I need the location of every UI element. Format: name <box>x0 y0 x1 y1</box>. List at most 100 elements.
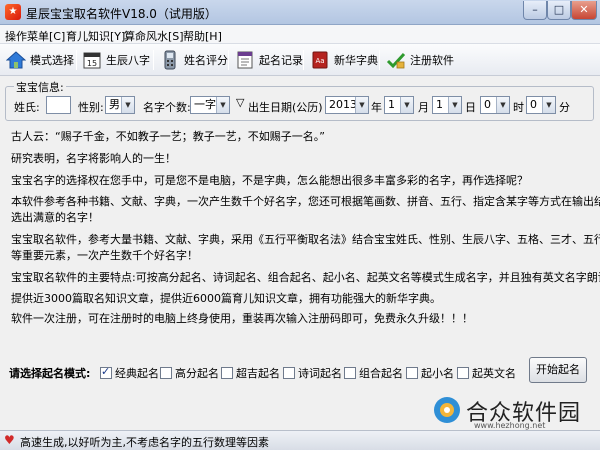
intro-line: 软件一次注册，可在注册时的电脑上终身使用，重装再次输入注册码即可，免费永久升级！… <box>11 312 473 325</box>
mode-option-label: 起英文名 <box>472 367 516 380</box>
toolbar-separator <box>379 50 380 70</box>
mode-super-lucky-checkbox[interactable]: 超吉起名 <box>221 365 280 381</box>
title-bar[interactable]: ★ 星辰宝宝取名软件V18.0（试用版） – □ ✕ <box>0 0 600 25</box>
toolbar-separator <box>303 50 304 70</box>
mode-option-label: 组合起名 <box>359 367 403 380</box>
svg-text:Aa: Aa <box>315 57 324 65</box>
toolbar-separator <box>76 50 77 70</box>
name-count-select[interactable]: 一字 ▼ <box>190 96 230 114</box>
toolbar-label: 起名记录 <box>259 54 303 67</box>
gender-value: 男 <box>109 98 120 111</box>
mode-combination-checkbox[interactable]: 组合起名 <box>344 365 403 381</box>
menu-parenting[interactable]: 育儿知识[Y] <box>66 28 125 44</box>
gender-select[interactable]: 男 ▼ <box>105 96 135 114</box>
mode-poetry-checkbox[interactable]: 诗词起名 <box>283 365 342 381</box>
toolbar: 模式选择 15 生辰八字 姓名评分 起名记录 Aa 新华字典 注册软件 <box>0 44 600 76</box>
checkbox <box>457 367 469 379</box>
star-app-icon: ★ <box>5 4 21 20</box>
toolbar-dictionary[interactable]: Aa 新华字典 <box>310 48 378 72</box>
checkbox <box>344 367 356 379</box>
month-select[interactable]: 1 ▼ <box>384 96 414 114</box>
toolbar-mode-select[interactable]: 模式选择 <box>6 48 74 72</box>
toolbar-separator <box>228 50 229 70</box>
heart-icon: ♥ <box>4 433 15 447</box>
baby-info-legend: 宝宝信息: <box>14 79 66 95</box>
menu-bar: 操作菜单[C] 育儿知识[Y] 算命风水[S] 帮助[H] <box>0 25 600 44</box>
watermark-url: www.hezhong.net <box>474 421 546 430</box>
day-unit: 日 <box>465 101 476 114</box>
dictionary-icon: Aa <box>312 51 328 69</box>
minute-select[interactable]: 0 ▼ <box>526 96 556 114</box>
calendar-icon: 15 <box>83 52 101 69</box>
svg-text:15: 15 <box>87 59 97 68</box>
watermark-logo <box>434 397 460 423</box>
birth-date-label: 出生日期(公历) <box>248 101 323 114</box>
intro-line: 选出满意的名字！ <box>11 211 99 224</box>
chevron-down-icon: ▼ <box>355 97 368 113</box>
checkbox <box>160 367 172 379</box>
intro-line: 研究表明，名字将影响人的一生！ <box>11 152 176 165</box>
toolbar-label: 生辰八字 <box>106 54 150 67</box>
checkbox-checked <box>100 365 112 379</box>
chevron-down-icon: ▼ <box>400 97 413 113</box>
toolbar-label: 姓名评分 <box>184 54 228 67</box>
toolbar-name-records[interactable]: 起名记录 <box>235 48 303 72</box>
surname-label: 姓氏: <box>14 101 40 114</box>
chevron-down-icon: ▼ <box>121 97 134 113</box>
mode-option-label: 高分起名 <box>175 367 219 380</box>
minimize-button[interactable]: – <box>523 1 547 20</box>
menu-help[interactable]: 帮助[H] <box>183 28 222 44</box>
intro-line: 本软件参考各种书籍、文献、字典，一次产生数千个好名字，您还可根据笔画数、拼音、五… <box>11 195 600 208</box>
intro-line: 古人云：“赐子千金，不如教子一艺；教子一艺，不如赐子一名。” <box>11 130 325 143</box>
status-bar: ♥ 高速生成,以好听为主,不考虑名字的五行数理等因素 <box>0 430 600 450</box>
name-count-label: 名字个数: <box>143 101 191 114</box>
surname-input[interactable] <box>46 96 71 114</box>
minute-value: 0 <box>530 98 537 111</box>
toolbar-label: 新华字典 <box>334 54 378 67</box>
chevron-down-icon: ▼ <box>216 97 229 113</box>
intro-line: 等重要元素，一次产生数千个好名字！ <box>11 249 198 262</box>
chevron-down-icon: ▼ <box>448 97 461 113</box>
day-value: 1 <box>436 98 443 111</box>
start-naming-button[interactable]: 开始起名 <box>529 357 587 383</box>
mode-option-label: 起小名 <box>421 367 454 380</box>
name-count-value: 一字 <box>194 98 216 111</box>
house-icon <box>6 51 26 69</box>
menu-fortune[interactable]: 算命风水[S] <box>124 28 184 44</box>
app-window: ★ 星辰宝宝取名软件V18.0（试用版） – □ ✕ 操作菜单[C] 育儿知识[… <box>0 0 600 450</box>
mode-nickname-checkbox[interactable]: 起小名 <box>406 365 454 381</box>
mode-option-label: 诗词起名 <box>298 367 342 380</box>
mode-classic-checkbox[interactable]: 经典起名 <box>100 365 159 381</box>
hour-unit: 时 <box>513 101 524 114</box>
year-select[interactable]: 2013 ▼ <box>325 96 369 114</box>
year-value: 2013 <box>329 98 357 111</box>
toolbar-birth-chart[interactable]: 15 生辰八字 <box>82 48 150 72</box>
record-icon <box>237 51 253 69</box>
window-title: 星辰宝宝取名软件V18.0（试用版） <box>26 7 217 21</box>
intro-line: 提供近3000篇取名知识文章，提供近6000篇育儿知识文章，拥有功能强大的新华字… <box>11 292 441 305</box>
hour-select[interactable]: 0 ▼ <box>480 96 510 114</box>
checkbox <box>283 367 295 379</box>
mode-high-score-checkbox[interactable]: 高分起名 <box>160 365 219 381</box>
maximize-button[interactable]: □ <box>547 1 571 20</box>
checkbox <box>406 367 418 379</box>
birth-marker-icon: ▽ <box>236 96 245 109</box>
chevron-down-icon: ▼ <box>542 97 555 113</box>
menu-operation[interactable]: 操作菜单[C] <box>5 28 65 44</box>
register-icon <box>386 52 406 69</box>
chevron-down-icon: ▼ <box>496 97 509 113</box>
intro-line: 宝宝取名软件的主要特点:可按高分起名、诗词起名、组合起名、起小名、起英文名等模式… <box>11 271 600 284</box>
day-select[interactable]: 1 ▼ <box>432 96 462 114</box>
mode-english-checkbox[interactable]: 起英文名 <box>457 365 516 381</box>
toolbar-label: 模式选择 <box>30 54 74 67</box>
month-value: 1 <box>388 98 395 111</box>
close-button[interactable]: ✕ <box>571 1 597 20</box>
year-unit: 年 <box>371 101 382 114</box>
minute-unit: 分 <box>559 101 570 114</box>
toolbar-name-score[interactable]: 姓名评分 <box>160 48 228 72</box>
checkbox <box>221 367 233 379</box>
toolbar-register[interactable]: 注册软件 <box>386 48 454 72</box>
toolbar-separator <box>153 50 154 70</box>
intro-line: 宝宝名字的选择权在您手中，可是您不是电脑，不是字典，怎么能想出很多丰富多彩的名字… <box>11 174 528 187</box>
toolbar-label: 注册软件 <box>410 54 454 67</box>
